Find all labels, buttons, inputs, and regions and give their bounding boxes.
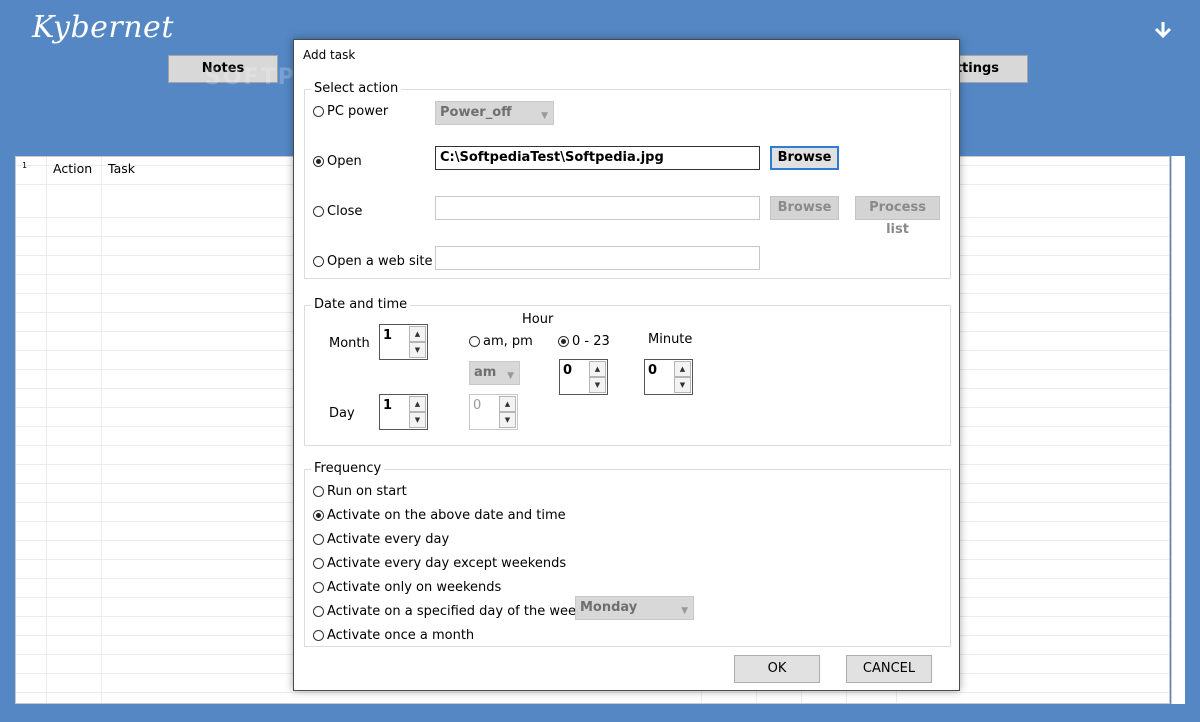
24-hour-label: 0 - 23 <box>572 334 610 349</box>
close-browse-button[interactable]: Browse <box>770 196 839 220</box>
web-site-input[interactable] <box>435 246 760 270</box>
month-spinner[interactable]: 1 ▲ ▼ <box>379 324 428 360</box>
month-value: 1 <box>383 328 393 343</box>
browse-button[interactable]: Browse <box>770 146 839 170</box>
collapse-arrow-icon[interactable] <box>1152 18 1174 40</box>
frequency-option-label: Activate every day <box>327 532 450 547</box>
hour-12-value: 0 <box>473 398 482 413</box>
radio-only-weekends[interactable]: Activate only on weekends <box>313 580 501 595</box>
radio-am-pm[interactable]: am, pm <box>469 334 533 349</box>
spin-down-icon[interactable]: ▼ <box>499 412 516 428</box>
frequency-option-label: Activate once a month <box>327 628 475 643</box>
close-process-input[interactable] <box>435 196 760 220</box>
radio-circle-icon <box>313 486 324 497</box>
spin-down-icon[interactable]: ▼ <box>409 342 426 358</box>
radio-open[interactable]: Open <box>313 154 362 169</box>
spin-up-icon[interactable]: ▲ <box>589 361 606 377</box>
day-label: Day <box>329 406 355 421</box>
spin-up-icon[interactable]: ▲ <box>674 361 691 377</box>
grid-corner: 1 <box>22 161 28 170</box>
hour-12-spinner[interactable]: 0 ▲ ▼ <box>469 394 518 430</box>
radio-circle-icon <box>313 206 324 217</box>
cancel-button[interactable]: CANCEL <box>846 655 932 683</box>
radio-circle-icon <box>313 582 324 593</box>
radio-circle-icon <box>313 606 324 617</box>
process-list-button[interactable]: Process list <box>855 196 940 237</box>
day-value: 1 <box>383 398 393 413</box>
radio-close[interactable]: Close <box>313 204 362 219</box>
frequency-option-label: Activate on a specified day of the week <box>327 604 584 619</box>
weekday-select[interactable]: Monday ▼ <box>575 596 694 620</box>
radio-circle-icon <box>313 534 324 545</box>
am-pm-label: am, pm <box>483 334 533 349</box>
open-web-label: Open a web site <box>327 254 433 269</box>
day-spinner[interactable]: 1 ▲ ▼ <box>379 394 428 430</box>
chevron-down-icon: ▼ <box>541 111 548 121</box>
spin-down-icon[interactable]: ▼ <box>409 412 426 428</box>
date-time-legend: Date and time <box>311 297 411 312</box>
am-pm-value: am <box>474 365 497 380</box>
add-task-dialog: Add task Select action PC power Power_of… <box>293 39 960 691</box>
frequency-option-label: Activate every day except weekends <box>327 556 567 571</box>
minute-value: 0 <box>648 363 658 378</box>
radio-specified-weekday[interactable]: Activate on a specified day of the week <box>313 604 584 619</box>
open-path-input[interactable]: C:\SoftpediaTest\Softpedia.jpg <box>435 146 760 170</box>
radio-open-web-site[interactable]: Open a web site <box>313 254 432 269</box>
radio-circle-icon <box>313 106 324 117</box>
spin-down-icon[interactable]: ▼ <box>589 377 606 393</box>
radio-run-on-start[interactable]: Run on start <box>313 484 407 499</box>
open-label: Open <box>327 154 362 169</box>
minute-spinner[interactable]: 0 ▲ ▼ <box>644 359 693 395</box>
month-label: Month <box>329 336 370 351</box>
spin-up-icon[interactable]: ▲ <box>409 326 426 342</box>
hour-24-value: 0 <box>563 363 573 378</box>
chevron-down-icon: ▼ <box>507 371 514 381</box>
frequency-legend: Frequency <box>311 461 385 476</box>
hour-label: Hour <box>522 312 554 327</box>
radio-circle-selected-icon <box>558 336 569 347</box>
close-label: Close <box>327 204 363 219</box>
spin-down-icon[interactable]: ▼ <box>674 377 691 393</box>
am-pm-select[interactable]: am ▼ <box>469 361 520 385</box>
grid-scrollbar[interactable] <box>1171 156 1185 704</box>
pc-power-label: PC power <box>327 104 389 119</box>
app-title: Kybernet <box>32 10 174 45</box>
radio-every-day-except-weekends[interactable]: Activate every day except weekends <box>313 556 566 571</box>
column-header-action[interactable]: Action <box>53 161 92 176</box>
radio-circle-selected-icon <box>313 510 324 521</box>
column-header-task[interactable]: Task <box>108 161 135 176</box>
frequency-option-label: Activate on the above date and time <box>327 508 566 523</box>
radio-circle-icon <box>313 630 324 641</box>
radio-circle-selected-icon <box>313 156 324 167</box>
radio-circle-icon <box>313 558 324 569</box>
radio-once-a-month[interactable]: Activate once a month <box>313 628 474 643</box>
power-action-select[interactable]: Power_off ▼ <box>435 101 554 125</box>
radio-pc-power[interactable]: PC power <box>313 104 388 119</box>
spin-up-icon[interactable]: ▲ <box>499 396 516 412</box>
frequency-option-label: Activate only on weekends <box>327 580 502 595</box>
spin-up-icon[interactable]: ▲ <box>409 396 426 412</box>
hour-24-spinner[interactable]: 0 ▲ ▼ <box>559 359 608 395</box>
ok-button[interactable]: OK <box>734 655 820 683</box>
radio-activate-on-date[interactable]: Activate on the above date and time <box>313 508 566 523</box>
select-action-legend: Select action <box>311 81 402 96</box>
dialog-title: Add task <box>303 48 356 62</box>
minute-label: Minute <box>648 332 693 347</box>
radio-every-day[interactable]: Activate every day <box>313 532 449 547</box>
chevron-down-icon: ▼ <box>681 606 688 616</box>
power-action-value: Power_off <box>440 105 512 120</box>
radio-circle-icon <box>313 256 324 267</box>
frequency-option-label: Run on start <box>327 484 407 499</box>
radio-circle-icon <box>469 336 480 347</box>
radio-24-hour[interactable]: 0 - 23 <box>558 334 610 349</box>
weekday-value: Monday <box>580 600 638 615</box>
